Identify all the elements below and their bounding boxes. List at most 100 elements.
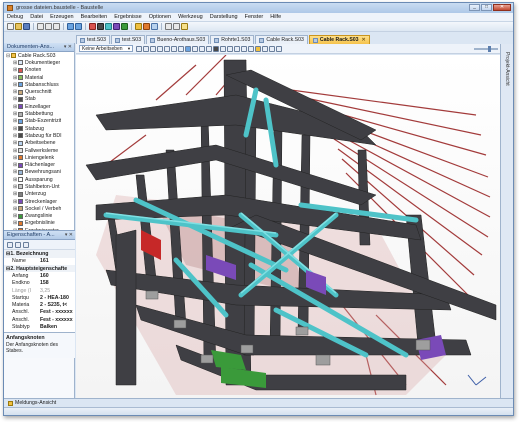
document-tab[interactable]: Cable Rack.S03 — [255, 35, 308, 44]
property-row[interactable]: Name 161 — [4, 258, 75, 265]
new-file-icon[interactable] — [7, 23, 14, 30]
light-icon[interactable] — [255, 45, 261, 52]
tree-item[interactable]: ⊞ Zwangslinie — [4, 213, 74, 220]
work-plane-select[interactable]: Keine Arbeitseben ▼ — [79, 45, 133, 52]
bracing-icon[interactable] — [105, 23, 112, 30]
property-value[interactable]: 2 - S235, t< — [40, 302, 67, 308]
tree-item[interactable]: ⊞ Liniengelenk — [4, 154, 74, 161]
menu-debug[interactable]: Debug — [7, 14, 23, 20]
menu-ergebnisse[interactable]: Ergebnisse — [114, 14, 142, 20]
tree-item[interactable]: ⊞ Knoten — [4, 67, 74, 74]
tree-item[interactable]: ⊞ Stabbettung — [4, 110, 74, 117]
tree-item[interactable]: ⊞ Stab — [4, 96, 74, 103]
tree-item[interactable]: ⊞ Querschnitt — [4, 88, 74, 95]
zoom-in-icon[interactable] — [150, 45, 156, 52]
open-folder-icon[interactable] — [15, 23, 22, 30]
tree-item[interactable]: ⊞ Stabanschluss — [4, 81, 74, 88]
menu-fenster[interactable]: Fenster — [245, 14, 264, 20]
property-row[interactable]: Endkno 158 — [4, 280, 75, 287]
tree-item[interactable]: ⊞ Stabzug — [4, 125, 74, 132]
tree-item[interactable]: ⊞ Aussparung — [4, 176, 74, 183]
property-row[interactable]: Materia 2 - S235, t< — [4, 301, 75, 308]
title-bar[interactable]: grosse dateien.baustelle - Baustelle _ □… — [4, 3, 513, 13]
menu-hilfe[interactable]: Hilfe — [270, 14, 281, 20]
property-value[interactable]: 3,25 — [40, 288, 50, 294]
maximize-icon[interactable]: □ — [481, 4, 492, 11]
tree-item[interactable]: ⊞ Sockel / Verbeh — [4, 205, 74, 212]
tree-item[interactable]: ⊞ Stab-Exzentrizit — [4, 118, 74, 125]
filter-icon[interactable] — [262, 45, 268, 52]
property-row[interactable]: Anfang 160 — [4, 272, 75, 279]
properties-header[interactable]: Eigenschaften - A... ▾ ✕ — [4, 231, 75, 240]
property-value[interactable]: 161 — [40, 258, 49, 264]
tree-item[interactable]: ⊞ Material — [4, 74, 74, 81]
zoom-out-icon[interactable] — [157, 45, 163, 52]
panel-close-icon[interactable]: ▾ ✕ — [65, 232, 73, 238]
measure-icon[interactable] — [269, 45, 275, 52]
property-value[interactable]: 158 — [40, 280, 49, 286]
front-view-icon[interactable] — [192, 45, 198, 52]
screenshot-icon[interactable] — [276, 45, 282, 52]
section-icon[interactable] — [227, 45, 233, 52]
menu-erzeugen[interactable]: Erzeugen — [50, 14, 74, 20]
print-icon[interactable] — [165, 23, 172, 30]
results-icon[interactable] — [151, 23, 158, 30]
tree-item[interactable]: ⊞ Stabzug für BDI — [4, 132, 74, 139]
document-tab[interactable]: Bueno-Arothaus.S03 — [146, 35, 210, 44]
project-view-strip[interactable]: Projekt-Ansicht — [500, 44, 513, 398]
tree-item[interactable]: ⊞ Ergebnislinie — [4, 220, 74, 227]
model-viewport[interactable] — [76, 55, 501, 398]
zoom-window-icon[interactable] — [143, 45, 149, 52]
copy-icon[interactable] — [45, 23, 52, 30]
document-tab[interactable]: Rohrte1.S03 — [210, 35, 255, 44]
render-solid-icon[interactable] — [213, 45, 219, 52]
menu-darstellung[interactable]: Darstellung — [210, 14, 238, 20]
tree-item[interactable]: ⊞ Einzellager — [4, 103, 74, 110]
navigator-tree[interactable]: ⊟ Cable Rack.S03 ⊞ Dokumentieger ⊞ Knoten ⊞ M… — [4, 52, 74, 259]
tree-item[interactable]: ⊞ Dokumentieger — [4, 59, 74, 66]
sort-icon[interactable] — [7, 241, 13, 248]
report-icon[interactable] — [173, 23, 180, 30]
property-section[interactable]: ⊟ 2. Hauptsteigenschafte — [4, 264, 75, 273]
property-row[interactable]: Stabtyp Balken — [4, 323, 75, 330]
pan-icon[interactable] — [164, 45, 170, 52]
property-value[interactable]: 2 - HEA-180 — [40, 295, 69, 301]
wireframe-icon[interactable] — [220, 45, 226, 52]
snap-icon[interactable] — [248, 45, 254, 52]
side-view-icon[interactable] — [199, 45, 205, 52]
foundation-icon[interactable] — [121, 23, 128, 30]
support-icon[interactable] — [113, 23, 120, 30]
menu-werkzeug[interactable]: Werkzeug — [178, 14, 203, 20]
zoom-slider-thumb[interactable] — [488, 46, 491, 52]
zoom-slider[interactable] — [474, 48, 498, 50]
close-tab-icon[interactable]: ✕ — [362, 37, 366, 43]
document-tab[interactable]: test.S03 — [76, 35, 111, 44]
minimize-icon[interactable]: _ — [469, 4, 480, 11]
rotate-icon[interactable] — [171, 45, 177, 52]
structure-3d-view[interactable] — [76, 55, 501, 398]
property-row[interactable]: Startqu 2 - HEA-180 — [4, 294, 75, 301]
property-section[interactable]: ⊟ 1. Bezeichnung — [4, 250, 75, 258]
message-view-tab[interactable]: Meldungs-Ansicht — [4, 398, 513, 407]
panel-close-icon[interactable]: ▾ ✕ — [64, 44, 72, 50]
property-row[interactable]: Anschl. Fest - xxxxxx — [4, 316, 75, 323]
load-icon[interactable] — [135, 23, 142, 30]
menu-optionen[interactable]: Optionen — [149, 14, 171, 20]
help-icon[interactable] — [181, 23, 188, 30]
menu-bearbeiten[interactable]: Bearbeiten — [81, 14, 108, 20]
tree-item[interactable]: ⊞ Streckenlager — [4, 198, 74, 205]
label-icon[interactable] — [234, 45, 240, 52]
menu-datei[interactable]: Datei — [30, 14, 43, 20]
grid-icon[interactable] — [241, 45, 247, 52]
tree-item[interactable]: ⊞ Stahlbeton-Unt — [4, 183, 74, 190]
property-row[interactable]: Anschl. Fest - xxxxxx — [4, 309, 75, 316]
property-value[interactable]: Balken — [40, 324, 57, 330]
paste-icon[interactable] — [53, 23, 60, 30]
tree-item[interactable]: ⊞ Unterzug — [4, 191, 74, 198]
select-icon[interactable] — [136, 45, 142, 52]
redo-icon[interactable] — [75, 23, 82, 30]
document-tab[interactable]: Cable Rack.S03 ✕ — [308, 35, 370, 44]
navigator-header[interactable]: Dokumenten-Ans... ▾ ✕ — [4, 43, 74, 52]
document-tab[interactable]: test.S03 — [111, 35, 146, 44]
property-value[interactable]: Fest - xxxxxx — [40, 309, 73, 315]
